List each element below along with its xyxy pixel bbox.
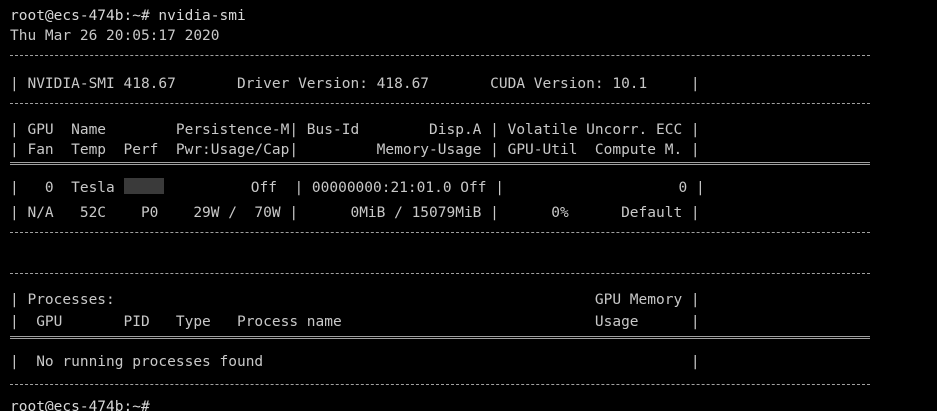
gpu-row-1-suffix: Off | 00000000:21:01.0 Off | 0 |	[163, 180, 705, 196]
redacted-gpu-model	[123, 178, 164, 194]
gpu-row-1-prefix: | 0 Tesla	[10, 180, 124, 196]
command-line: root@ecs-474b:~# nvidia-smi	[10, 8, 246, 24]
terminal-window[interactable]: root@ecs-474b:~# nvidia-smi Thu Mar 26 2…	[0, 0, 937, 411]
processes-border-bottom	[10, 384, 870, 385]
table-border-bottom	[10, 232, 870, 233]
processes-border-double	[10, 336, 870, 339]
gpu-row-2: | N/A 52C P0 29W / 70W | 0MiB / 15079MiB…	[10, 205, 700, 221]
final-prompt[interactable]: root@ecs-474b:~#	[10, 397, 150, 411]
timestamp-line: Thu Mar 26 20:05:17 2020	[10, 28, 220, 44]
smi-header-row: | NVIDIA-SMI 418.67 Driver Version: 418.…	[10, 76, 700, 92]
gpu-table-header-row-1: | GPU Name Persistence-M| Bus-Id Disp.A …	[10, 122, 700, 138]
processes-row: | No running processes found |	[10, 354, 700, 370]
gpu-table-header-row-2: | Fan Temp Perf Pwr:Usage/Cap| Memory-Us…	[10, 142, 700, 158]
gpu-row-1: | 0 Tesla Off | 00000000:21:01.0 Off | 0…	[10, 178, 705, 198]
processes-border-top	[10, 273, 870, 274]
processes-header-row-2: | GPU PID Type Process name Usage |	[10, 314, 700, 330]
table-border-double	[10, 162, 870, 165]
table-border-top	[10, 55, 870, 56]
table-border	[10, 103, 870, 104]
processes-header-row-1: | Processes: GPU Memory |	[10, 292, 700, 308]
